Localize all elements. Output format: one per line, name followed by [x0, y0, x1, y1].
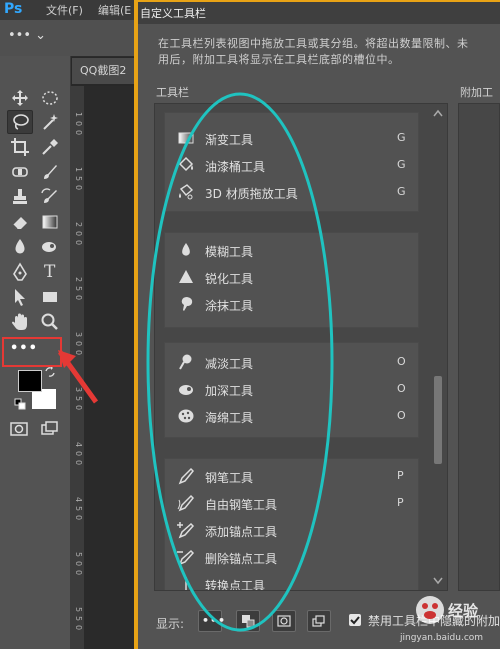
dialog-title: 自定义工具栏 [140, 7, 206, 20]
tool-shortcut: P [397, 496, 404, 509]
history-brush-icon[interactable] [40, 187, 60, 207]
description-line-1: 在工具栏列表视图中拖放工具或其分组。将超出数量限制、未 [158, 37, 469, 50]
tool-shortcut: G [397, 131, 406, 144]
disable-shortcuts-checkbox[interactable] [349, 614, 361, 626]
annotation-ellipse [146, 92, 334, 632]
tool-shortcut: O [397, 382, 406, 395]
marquee-icon[interactable] [40, 88, 60, 108]
hand-icon[interactable] [10, 312, 30, 332]
options-more-button[interactable]: ••• ⌄ [8, 28, 58, 48]
ruler-number: 0 [74, 185, 83, 191]
brush-icon[interactable] [40, 162, 60, 182]
ruler-number: 1 [74, 167, 83, 173]
swap-colors-icon[interactable] [44, 366, 56, 378]
ruler-number: 5 [74, 176, 83, 182]
photoshop-logo: Ps [4, 1, 23, 17]
watermark-text: 经验 [448, 602, 479, 620]
ruler-number: 5 [74, 286, 83, 292]
ruler-number: 2 [74, 277, 83, 283]
ruler-number: 5 [74, 506, 83, 512]
foreground-color-swatch[interactable] [18, 370, 42, 392]
ruler-number: 0 [74, 460, 83, 466]
scrollbar-thumb[interactable] [434, 376, 442, 464]
tool-shortcut: P [397, 469, 404, 482]
gradient-tool-icon[interactable] [40, 212, 60, 232]
ruler-number: 0 [74, 451, 83, 457]
ruler-number: 0 [74, 515, 83, 521]
scroll-down-icon[interactable] [432, 576, 444, 586]
ruler-number: 0 [74, 240, 83, 246]
ruler-number: 2 [74, 222, 83, 228]
move-icon[interactable] [10, 88, 30, 108]
menu-edit[interactable]: 编辑(E [98, 2, 131, 18]
screen-mode-icon[interactable] [40, 419, 60, 439]
tool-shortcut: O [397, 409, 406, 422]
eyedropper-icon[interactable] [40, 137, 60, 157]
blur-tool-icon[interactable] [10, 237, 30, 257]
ruler-number: 4 [74, 442, 83, 448]
ruler-number: 5 [74, 552, 83, 558]
ruler-number: 5 [74, 616, 83, 622]
document-tab[interactable]: QQ截图2 [72, 58, 140, 84]
rectangle-tool-icon[interactable] [40, 287, 60, 307]
extra-tools-panel[interactable] [458, 103, 500, 591]
dodge-tool-icon[interactable] [40, 237, 60, 257]
description-line-2: 用后，附加工具将显示在工具栏底部的槽位中。 [158, 53, 400, 66]
ruler-number: 3 [74, 332, 83, 338]
default-colors-icon[interactable] [14, 398, 26, 410]
ruler-number: 0 [74, 625, 83, 631]
extra-tools-label: 附加工 [460, 86, 493, 99]
checkmark-icon [350, 616, 360, 625]
zoom-icon[interactable] [40, 312, 60, 332]
tool-shortcut: G [397, 185, 406, 198]
dialog-description: 在工具栏列表视图中拖放工具或其分组。将超出数量限制、未 用后，附加工具将显示在工… [158, 36, 500, 68]
watermark-url: jingyan.baidu.com [400, 633, 484, 643]
magic-wand-icon[interactable] [40, 112, 60, 132]
ruler-number: 0 [74, 341, 83, 347]
ruler-number: 1 [74, 112, 83, 118]
lasso-icon[interactable] [10, 112, 30, 132]
path-selection-icon[interactable] [10, 287, 30, 307]
type-tool-icon[interactable]: T [44, 262, 64, 282]
ruler-number: 0 [74, 570, 83, 576]
pen-tool-icon[interactable] [10, 262, 30, 282]
crop-icon[interactable] [10, 137, 30, 157]
tool-shortcut: O [397, 355, 406, 368]
ruler-number: 0 [74, 295, 83, 301]
annotation-highlight-box [2, 337, 62, 367]
ruler-number: 0 [74, 561, 83, 567]
menu-file[interactable]: 文件(F) [46, 2, 83, 18]
tool-shortcut: G [397, 158, 406, 171]
quick-mask-icon[interactable] [9, 419, 29, 439]
ruler-number: 0 [74, 231, 83, 237]
scroll-up-icon[interactable] [432, 108, 444, 118]
clone-stamp-icon[interactable] [10, 187, 30, 207]
ruler-number: 5 [74, 607, 83, 613]
ruler-number: 0 [74, 121, 83, 127]
ruler-number: 4 [74, 497, 83, 503]
background-color-swatch[interactable] [32, 389, 56, 409]
healing-brush-icon[interactable] [10, 162, 30, 182]
annotation-arrow [57, 350, 99, 404]
ruler-number: 0 [74, 130, 83, 136]
eraser-icon[interactable] [10, 212, 30, 232]
